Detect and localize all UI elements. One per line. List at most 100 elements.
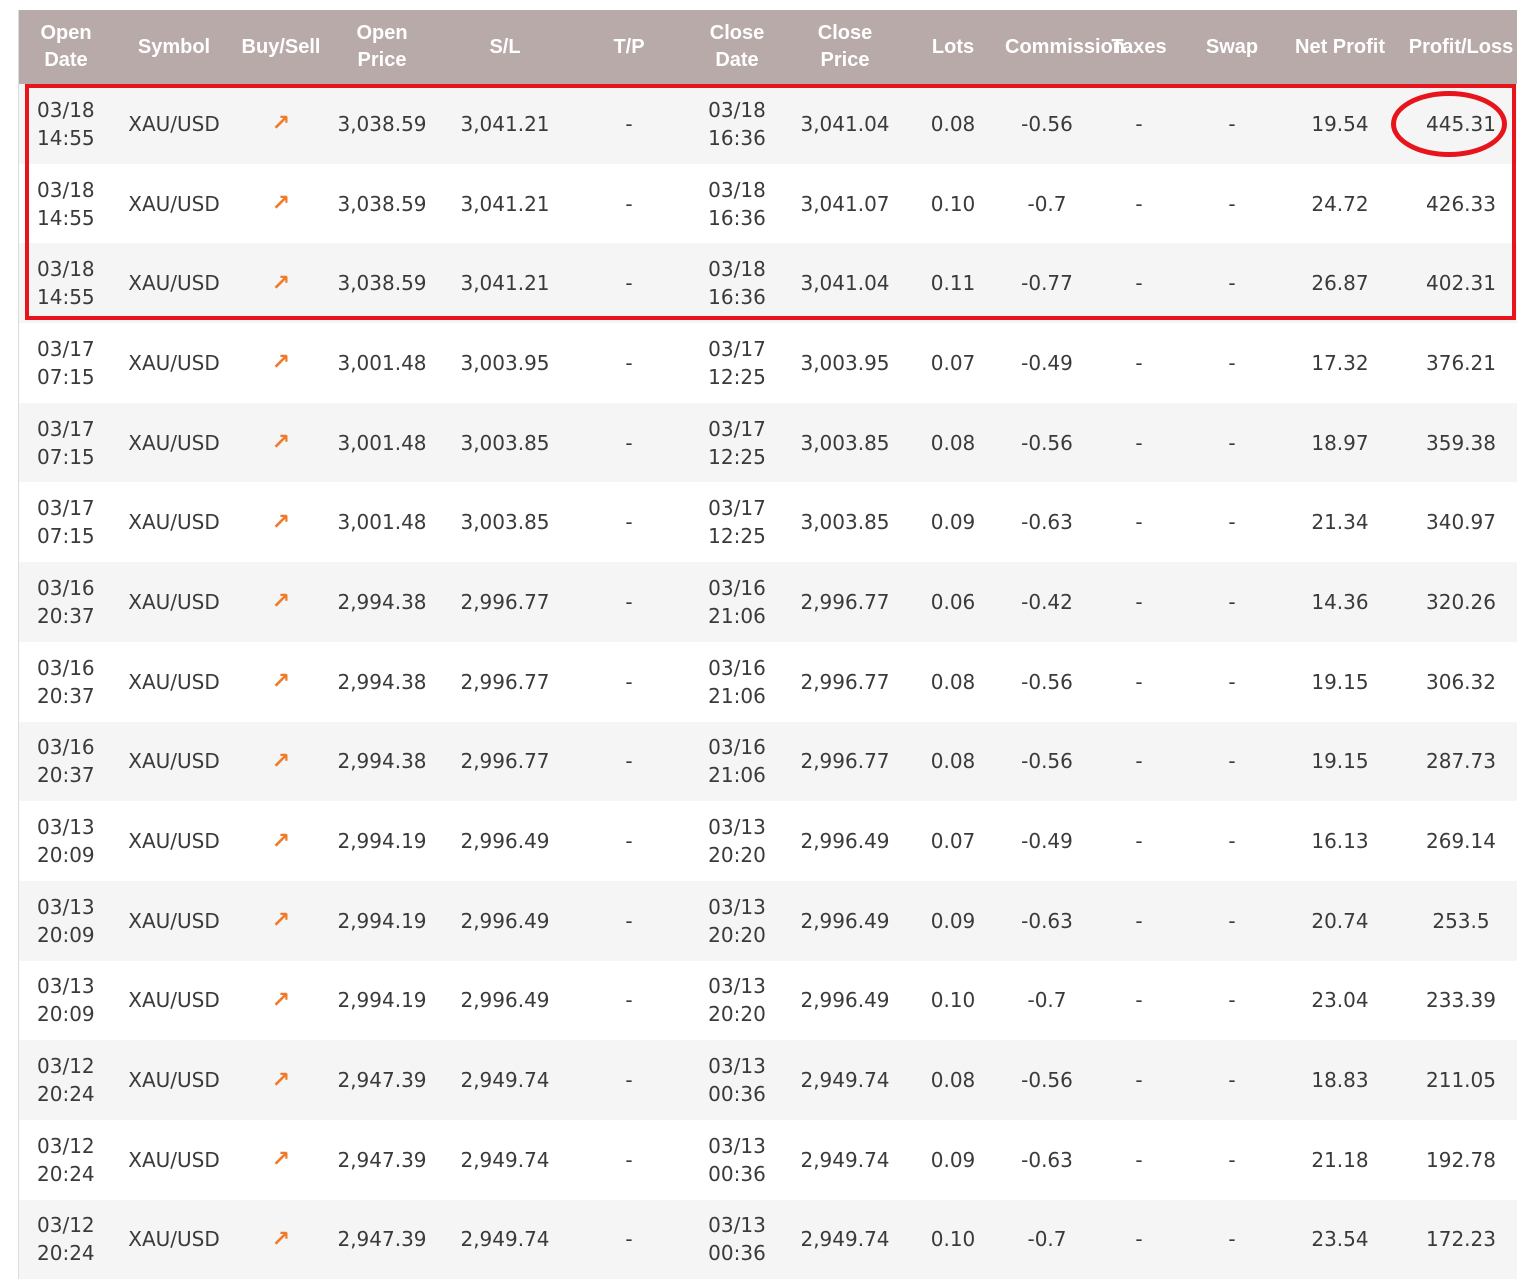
cell-tp: - — [573, 243, 685, 324]
cell-net-profit: 18.83 — [1275, 1040, 1405, 1120]
cell-net-profit: 17.32 — [1275, 323, 1405, 403]
cell-sl: 2,996.49 — [437, 880, 573, 961]
cell-swap: - — [1189, 402, 1275, 483]
cell-side: ↗ — [235, 163, 327, 244]
cell-symbol: XAU/USD — [113, 960, 235, 1041]
close-date-text: 03/18 — [708, 257, 766, 282]
column-header-open-date[interactable]: Open Date — [19, 10, 113, 84]
open-time-text: 20:37 — [37, 683, 95, 708]
open-date-text: 03/18 — [37, 177, 95, 202]
column-header-sl[interactable]: S/L — [437, 10, 573, 84]
table-row: 03/18 14:55 XAU/USD ↗ 3,038.59 3,041.21-03/18… — [19, 243, 1517, 324]
close-date-text: 03/18 — [708, 97, 766, 122]
cell-lots: 0.06 — [901, 562, 1005, 642]
cell-symbol: XAU/USD — [113, 84, 235, 164]
cell-open-date: 03/16 20:37 — [19, 562, 113, 642]
cell-open-date: 03/13 20:09 — [19, 960, 113, 1041]
cell-open-date: 03/18 14:55 — [19, 163, 113, 244]
close-date-text: 03/17 — [708, 416, 766, 441]
column-header-label: Profit/Loss — [1408, 35, 1514, 58]
column-header-close-price[interactable]: Close Price — [789, 10, 901, 84]
column-header-label: Date — [715, 49, 759, 71]
column-header-label: Symbol — [137, 35, 211, 58]
column-header-label: S/L — [489, 35, 521, 58]
cell-net-profit: 16.13 — [1275, 801, 1405, 881]
cell-sl: 3,003.95 — [437, 323, 573, 403]
close-date-text: 03/13 — [708, 1213, 766, 1238]
open-date-text: 03/12 — [37, 1133, 95, 1158]
cell-taxes: - — [1089, 323, 1189, 403]
cell-swap: - — [1189, 84, 1275, 164]
cell-side: ↗ — [235, 84, 327, 164]
cell-commission: -0.7 — [1005, 1199, 1089, 1279]
close-time-text: 21:06 — [708, 683, 766, 708]
cell-lots: 0.08 — [901, 84, 1005, 164]
close-time-text: 12:25 — [708, 524, 766, 549]
cell-lots: 0.08 — [901, 641, 1005, 722]
table-header: Open Date Symbol Buy/Sell Open Price S/L T/P Clo… — [19, 10, 1517, 84]
cell-sl: 2,996.77 — [437, 562, 573, 642]
close-date-text: 03/17 — [708, 336, 766, 361]
cell-sl: 2,949.74 — [437, 1199, 573, 1279]
column-header-close-date[interactable]: Close Date — [685, 10, 789, 84]
arrow-up-right-icon: ↗ — [271, 1067, 291, 1093]
cell-side: ↗ — [235, 801, 327, 881]
column-header-swap[interactable]: Swap — [1189, 10, 1275, 84]
cell-net-profit: 23.54 — [1275, 1199, 1405, 1279]
cell-profit-loss: 172.23 — [1405, 1199, 1517, 1279]
cell-sl: 3,041.21 — [437, 163, 573, 244]
cell-open-date: 03/17 07:15 — [19, 323, 113, 403]
column-header-label: Close — [709, 22, 765, 44]
cell-open-price: 2,994.38 — [327, 721, 437, 802]
arrow-up-right-icon: ↗ — [271, 828, 291, 854]
column-header-lots[interactable]: Lots — [901, 10, 1005, 84]
cell-profit-loss: 445.31 — [1405, 84, 1517, 164]
arrow-up-right-icon: ↗ — [271, 1147, 291, 1173]
cell-side: ↗ — [235, 402, 327, 483]
table-row: 03/12 20:24 XAU/USD ↗ 2,947.39 2,949.74-03/13… — [19, 1119, 1517, 1200]
cell-sl: 2,949.74 — [437, 1119, 573, 1200]
cell-taxes: - — [1089, 243, 1189, 324]
cell-tp: - — [573, 163, 685, 244]
cell-commission: -0.56 — [1005, 402, 1089, 483]
column-header-side[interactable]: Buy/Sell — [235, 10, 327, 84]
open-date-text: 03/18 — [37, 257, 95, 282]
header-row: Open Date Symbol Buy/Sell Open Price S/L T/P Clo… — [19, 10, 1517, 84]
cell-symbol: XAU/USD — [113, 721, 235, 802]
cell-profit-loss: 320.26 — [1405, 562, 1517, 642]
cell-sl: 3,003.85 — [437, 402, 573, 483]
cell-taxes: - — [1089, 880, 1189, 961]
column-header-open-price[interactable]: Open Price — [327, 10, 437, 84]
cell-taxes: - — [1089, 84, 1189, 164]
column-header-profit-loss[interactable]: Profit/Loss — [1405, 10, 1517, 84]
cell-side: ↗ — [235, 641, 327, 722]
column-header-commission[interactable]: Commission — [1005, 10, 1125, 84]
cell-close-price: 3,041.04 — [789, 243, 901, 324]
cell-commission: -0.49 — [1005, 323, 1089, 403]
cell-close-date: 03/17 12:25 — [685, 323, 789, 403]
cell-tp: - — [573, 323, 685, 403]
arrow-up-right-icon: ↗ — [271, 1226, 291, 1252]
open-date-text: 03/16 — [37, 735, 95, 760]
cell-side: ↗ — [235, 562, 327, 642]
cell-taxes: - — [1089, 1040, 1189, 1120]
open-time-text: 20:37 — [37, 603, 95, 628]
column-header-net-profit[interactable]: Net Profit — [1275, 10, 1405, 84]
cell-commission: -0.49 — [1005, 801, 1089, 881]
cell-lots: 0.08 — [901, 402, 1005, 483]
cell-net-profit: 19.54 — [1275, 84, 1405, 164]
cell-profit-loss: 376.21 — [1405, 323, 1517, 403]
cell-close-date: 03/13 20:20 — [685, 880, 789, 961]
table-row: 03/18 14:55 XAU/USD ↗ 3,038.59 3,041.21-03/18… — [19, 163, 1517, 244]
column-header-symbol[interactable]: Symbol — [113, 10, 235, 84]
cell-lots: 0.08 — [901, 721, 1005, 802]
cell-close-price: 3,003.85 — [789, 482, 901, 563]
close-time-text: 00:36 — [708, 1161, 766, 1186]
open-date-text: 03/17 — [37, 496, 95, 521]
open-time-text: 20:37 — [37, 763, 95, 788]
cell-sl: 2,996.77 — [437, 721, 573, 802]
column-header-tp[interactable]: T/P — [573, 10, 685, 84]
cell-profit-loss: 269.14 — [1405, 801, 1517, 881]
cell-close-price: 2,996.77 — [789, 641, 901, 722]
cell-commission: -0.7 — [1005, 960, 1089, 1041]
